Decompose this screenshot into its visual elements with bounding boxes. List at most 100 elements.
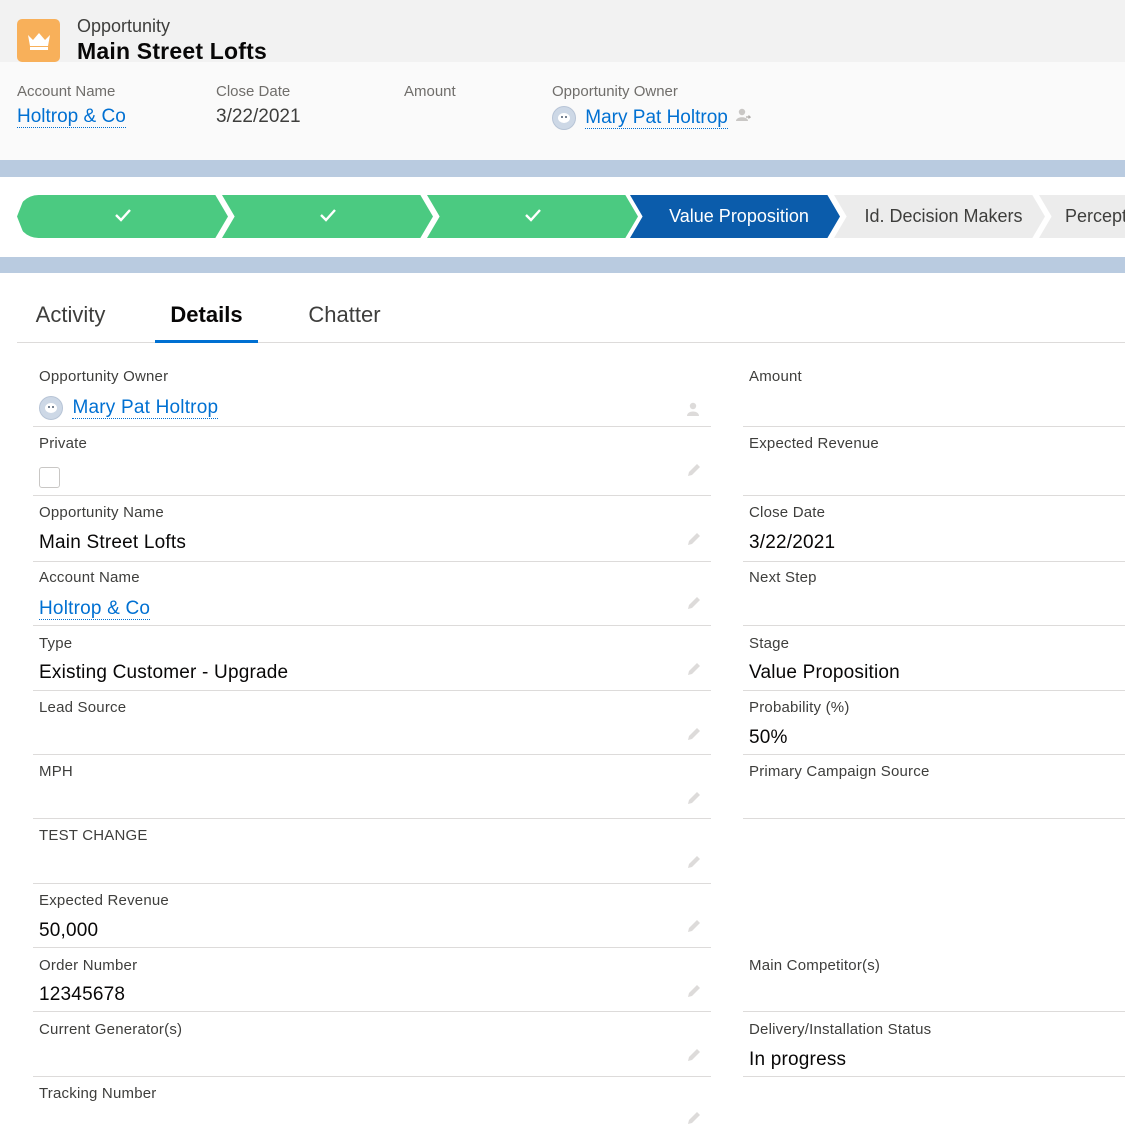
field-next-step: Next Step [743, 569, 1125, 626]
path-stage-label: Percept [1065, 206, 1125, 226]
path-stage-label: Id. Decision Makers [864, 206, 1023, 226]
owner-link[interactable]: Mary Pat Holtrop [72, 397, 219, 420]
field-label: Primary Campaign Source [749, 763, 930, 780]
pencil-icon[interactable] [685, 789, 703, 807]
field-divider [33, 883, 711, 884]
field-label: Lead Source [39, 699, 127, 716]
field-primary-campaign-source: Primary Campaign Source [743, 763, 1125, 819]
field-value: Holtrop & Co [39, 598, 151, 620]
field-amount: Amount [743, 368, 1125, 427]
account-link[interactable]: Holtrop & Co [39, 598, 151, 620]
pencil-icon[interactable] [685, 725, 703, 743]
owner-link[interactable]: Mary Pat Holtrop [585, 107, 728, 130]
highlight-value: Holtrop & Co [17, 106, 126, 128]
field-label: TEST CHANGE [39, 827, 148, 844]
field-label: Type [39, 635, 73, 652]
field-label: Opportunity Owner [39, 368, 169, 385]
pencil-icon[interactable] [685, 853, 703, 871]
field-label: Main Competitor(s) [749, 957, 881, 974]
field-divider [743, 818, 1125, 819]
field-divider [33, 690, 711, 691]
pencil-icon[interactable] [685, 660, 703, 678]
field-divider [743, 690, 1125, 691]
field-divider [33, 495, 711, 496]
change-owner-icon[interactable] [685, 400, 703, 418]
pencil-icon[interactable] [685, 917, 703, 935]
field-divider [743, 1076, 1125, 1077]
field-label: Expected Revenue [39, 892, 169, 909]
field-close-date: Close Date 3/22/2021 [743, 504, 1125, 562]
field-divider [33, 1011, 711, 1012]
field-label: MPH [39, 763, 73, 780]
highlight-label: Account Name [17, 83, 116, 100]
field-value: In progress [749, 1049, 847, 1070]
field-value: 50% [749, 727, 788, 748]
field-expected-revenue-custom: Expected Revenue 50,000 [33, 892, 711, 948]
field-value: Existing Customer - Upgrade [39, 662, 289, 683]
check-icon [524, 206, 542, 227]
field-divider [33, 754, 711, 755]
field-value: 3/22/2021 [749, 532, 836, 553]
path-stage-perception-analysis[interactable]: Percept [1039, 195, 1125, 238]
pencil-icon[interactable] [685, 594, 703, 612]
account-link[interactable]: Holtrop & Co [17, 106, 126, 128]
record-header: Opportunity Main Street Lofts Account Na… [0, 0, 1125, 160]
tab-activity[interactable]: Activity [33, 300, 108, 343]
field-value: 12345678 [39, 984, 126, 1005]
pencil-icon[interactable] [685, 982, 703, 1000]
record-title: Main Street Lofts [77, 38, 267, 64]
field-delivery-installation-status: Delivery/Installation Status In progress [743, 1021, 1125, 1077]
highlight-close-date: Close Date 3/22/2021 [216, 83, 301, 128]
field-label: Order Number [39, 957, 138, 974]
field-label: Next Step [749, 569, 817, 586]
field-label: Opportunity Name [39, 504, 164, 521]
field-label: Private [39, 435, 88, 452]
field-divider [743, 625, 1125, 626]
field-label: Probability (%) [749, 699, 850, 716]
field-tracking-number: Tracking Number [39, 1085, 711, 1126]
private-checkbox[interactable] [39, 467, 60, 488]
field-test-change: TEST CHANGE [33, 827, 711, 884]
change-owner-icon[interactable] [735, 107, 752, 129]
pencil-icon[interactable] [685, 530, 703, 548]
field-value: Value Proposition [749, 662, 900, 683]
highlight-value: 3/22/2021 [216, 106, 301, 127]
field-private: Private [33, 435, 711, 496]
avatar [552, 106, 576, 130]
check-icon [319, 206, 337, 227]
field-label: Stage [749, 635, 790, 652]
pencil-icon[interactable] [685, 1046, 703, 1064]
field-probability: Probability (%) 50% [743, 699, 1125, 755]
path-stage-1[interactable] [17, 195, 228, 238]
check-icon [114, 206, 132, 227]
field-divider [33, 625, 711, 626]
crown-icon [17, 19, 60, 62]
field-label: Amount [749, 368, 802, 385]
field-label: Current Generator(s) [39, 1021, 183, 1038]
field-value: Main Street Lofts [39, 532, 187, 553]
avatar [39, 396, 63, 420]
field-divider [33, 426, 711, 427]
path-stage-label: Value Proposition [669, 206, 809, 226]
field-value: Mary Pat Holtrop [39, 396, 219, 420]
highlights-panel: Account Name Holtrop & Co Close Date 3/2… [0, 62, 1125, 160]
field-label: Expected Revenue [749, 435, 879, 452]
field-divider [743, 754, 1125, 755]
field-label: Delivery/Installation Status [749, 1021, 932, 1038]
object-type-label: Opportunity [77, 16, 171, 36]
field-account-name: Account Name Holtrop & Co [33, 569, 711, 626]
record-title-bar: Opportunity Main Street Lofts [0, 0, 1125, 64]
pencil-icon[interactable] [685, 1109, 703, 1126]
tab-details[interactable]: Details [155, 300, 258, 343]
field-order-number: Order Number 12345678 [33, 957, 711, 1012]
path-stage-2[interactable] [222, 195, 433, 238]
field-divider [33, 947, 711, 948]
field-expected-revenue: Expected Revenue [743, 435, 1125, 496]
record-tabs: Activity Details Chatter [17, 300, 1125, 343]
path-stage-id-decision-makers[interactable]: Id. Decision Makers [834, 195, 1045, 238]
path-stage-value-proposition[interactable]: Value Proposition [630, 195, 840, 238]
tab-chatter[interactable]: Chatter [307, 300, 382, 343]
path-stage-3[interactable] [427, 195, 638, 238]
field-divider [743, 561, 1125, 562]
pencil-icon[interactable] [685, 461, 703, 479]
